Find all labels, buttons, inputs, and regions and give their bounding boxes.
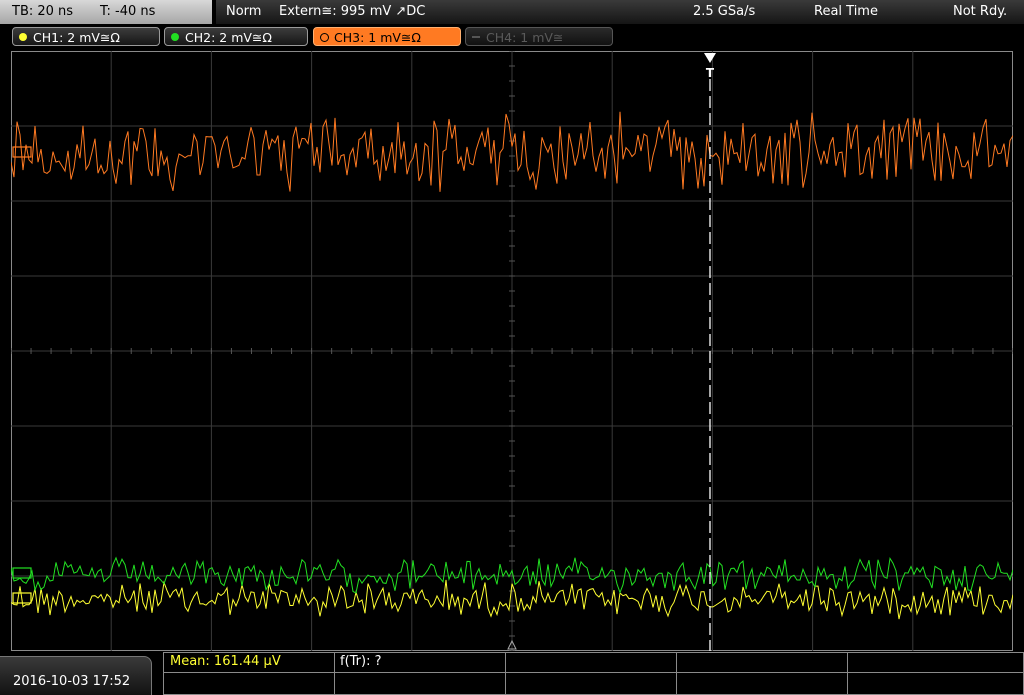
channel-2-label: CH2: 2 mV≅Ω [185,30,272,45]
waveform-display[interactable]: T [11,51,1013,651]
measure-cell-8 [505,672,677,695]
mean-readout: Mean: 161.44 µV [170,654,281,669]
sample-rate: 2.5 GSa/s [693,4,756,19]
channel-1-indicator-icon [19,33,27,41]
channel-3-label: CH3: 1 mV≅Ω [334,30,421,45]
datetime-readout: 2016-10-03 17:52 [13,674,131,689]
trigger-panel[interactable]: Norm Extern≅: 995 mV ↗DC 2.5 GSa/s Real … [216,0,1024,24]
datetime-panel: 2016-10-03 17:52 [0,656,152,695]
channel-4-button[interactable]: CH4: 1 mV≅ [465,27,613,46]
channel-4-indicator-icon [472,36,480,38]
channel-2-button[interactable]: CH2: 2 mV≅Ω [164,27,308,46]
measurement-table[interactable]: Mean: 161.44 µV f(Tr): ? [163,652,1024,695]
measure-cell-4 [676,652,848,673]
trigger-marker-label: T [706,66,715,80]
timebase-readout: TB: 20 ns [12,4,74,19]
trigger-source: Extern≅: 995 mV ↗DC [279,4,426,19]
measure-cell-6 [163,672,335,695]
trigger-mode: Norm [226,4,262,19]
channel-1-button[interactable]: CH1: 2 mV≅Ω [12,27,160,46]
acquisition-state: Not Rdy. [953,4,1008,19]
measure-cell-9 [676,672,848,695]
channel-4-label: CH4: 1 mV≅ [486,30,564,45]
channel-3-button[interactable]: CH3: 1 mV≅Ω [313,27,461,46]
measure-cell-3 [505,652,677,673]
channel-2-indicator-icon [171,33,179,41]
measure-cell-5 [847,652,1024,673]
channel-3-indicator-icon [320,33,329,42]
measure-cell-7 [334,672,506,695]
status-bar: TB: 20 ns T: -40 ns Norm Extern≅: 995 mV… [0,0,1024,24]
acquisition-mode: Real Time [814,4,878,19]
channel-1-label: CH1: 2 mV≅Ω [33,30,120,45]
measure-cell-10 [847,672,1024,695]
trigger-offset-readout: T: -40 ns [100,4,156,19]
timebase-panel[interactable]: TB: 20 ns T: -40 ns [0,0,212,24]
frequency-readout: f(Tr): ? [340,654,382,669]
